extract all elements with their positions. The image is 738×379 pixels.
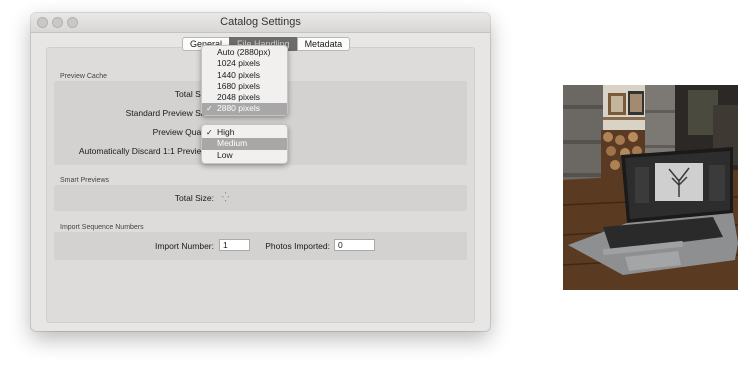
size-option[interactable]: 1024 pixels <box>202 58 287 69</box>
quality-option-checked[interactable]: ✓ High <box>202 127 287 138</box>
quality-option[interactable]: Low <box>202 150 287 161</box>
checkmark-icon: ✓ <box>206 104 213 114</box>
preview-size-menu: Auto (2880px) 1024 pixels 1440 pixels 16… <box>201 45 288 116</box>
window-title: Catalog Settings <box>220 16 301 28</box>
laptop-photo <box>563 85 738 290</box>
catalog-settings-window: Catalog Settings General File Handling M… <box>31 13 490 331</box>
import-sequence-heading: Import Sequence Numbers <box>60 224 144 231</box>
checkmark-icon: ✓ <box>206 128 213 137</box>
photos-imported-label: Photos Imported: <box>265 241 330 251</box>
import-sequence-group: Import Number: 1 Photos Imported: 0 <box>54 232 467 260</box>
standard-preview-size-label: Standard Preview Size: <box>125 108 214 118</box>
spinner-icon: ⁛ <box>222 192 230 202</box>
size-option-selected[interactable]: ✓ 2880 pixels <box>202 103 287 115</box>
size-option[interactable]: 2048 pixels <box>202 92 287 103</box>
title-bar: Catalog Settings <box>31 13 490 33</box>
preview-cache-heading: Preview Cache <box>60 73 108 80</box>
smart-previews-group: Total Size: ⁛ <box>54 185 467 211</box>
size-option[interactable]: Auto (2880px) <box>202 47 287 58</box>
smart-previews-heading: Smart Previews <box>60 177 110 184</box>
quality-option-highlighted[interactable]: Medium <box>202 138 287 150</box>
smart-total-size-label: Total Size: <box>174 193 214 203</box>
tab-metadata[interactable]: Metadata <box>296 37 351 51</box>
size-option[interactable]: 1440 pixels <box>202 70 287 81</box>
preview-quality-label: Preview Quality: <box>152 127 214 137</box>
preview-quality-menu: ✓ High Medium Low <box>201 124 288 164</box>
size-option[interactable]: 1680 pixels <box>202 81 287 92</box>
total-size-label: Total Size: <box>174 89 214 99</box>
discard-previews-label: Automatically Discard 1:1 Previews: <box>78 146 214 156</box>
photos-imported-field[interactable]: 0 <box>334 239 375 251</box>
